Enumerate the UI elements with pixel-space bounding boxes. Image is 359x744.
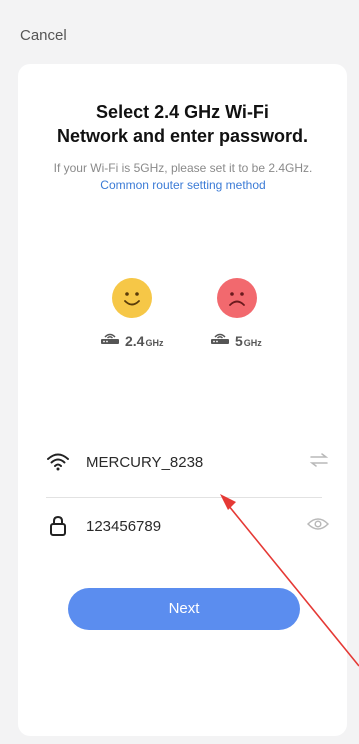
subtitle: If your Wi-Fi is 5GHz, please set it to … <box>48 160 318 194</box>
router-setting-link[interactable]: Common router setting method <box>100 178 265 192</box>
wifi-setup-card: Select 2.4 GHz Wi-Fi Network and enter p… <box>18 64 347 736</box>
sad-face-icon <box>217 278 257 318</box>
lock-icon <box>46 515 70 537</box>
swap-icon[interactable] <box>309 452 329 472</box>
divider <box>46 497 322 498</box>
band-value: 5 <box>235 332 243 349</box>
password-value[interactable]: 123456789 <box>86 518 307 535</box>
band-5ghz: 5 GHz <box>210 331 262 350</box>
ssid-field[interactable]: MERCURY_8238 <box>46 442 329 482</box>
eye-icon[interactable] <box>306 517 330 536</box>
router-icon <box>100 331 120 350</box>
page-title: Select 2.4 GHz Wi-Fi Network and enter p… <box>18 100 347 148</box>
band-unit: GHz <box>243 337 262 348</box>
title-line-2: Network and enter password. <box>56 126 309 146</box>
wifi-icon <box>46 452 70 472</box>
band-2-4ghz: 2.4 GHz <box>100 331 163 350</box>
title-line-1: Select 2.4 GHz Wi-Fi <box>96 102 269 122</box>
subtitle-text: If your Wi-Fi is 5GHz, please set it to … <box>53 161 313 175</box>
router-icon <box>210 331 230 350</box>
happy-face-icon <box>112 278 152 318</box>
band-unit: GHz <box>145 337 164 348</box>
next-button[interactable]: Next <box>68 588 300 630</box>
ssid-value[interactable]: MERCURY_8238 <box>86 454 309 471</box>
cancel-button[interactable]: Cancel <box>20 27 67 44</box>
band-value: 2.4 <box>125 332 145 349</box>
password-field[interactable]: 123456789 <box>46 506 330 546</box>
